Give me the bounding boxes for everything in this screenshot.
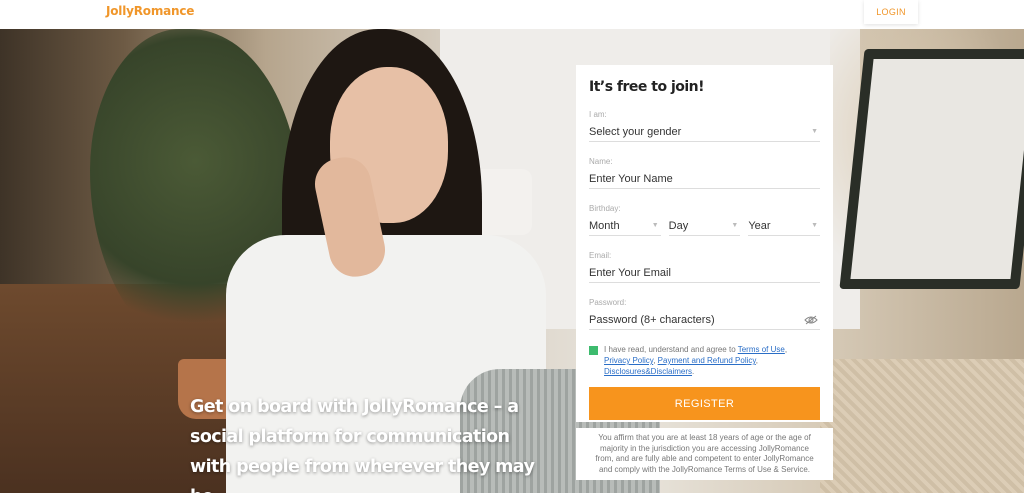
agree-sep: ,: [755, 356, 759, 365]
register-button[interactable]: REGISTER: [589, 387, 820, 420]
chevron-down-icon: ▼: [651, 222, 659, 229]
agree-checkbox[interactable]: [589, 346, 598, 355]
top-bar: JollyRomance LOGIN: [0, 0, 1024, 29]
hero-tagline: Get on board with JollyRomance – a socia…: [190, 397, 535, 493]
privacy-policy-link[interactable]: Privacy Policy: [604, 356, 653, 365]
birthday-row: Month ▼ Day ▼ Year ▼: [589, 216, 821, 236]
login-button[interactable]: LOGIN: [864, 0, 918, 24]
day-select[interactable]: Day ▼: [668, 216, 741, 236]
email-label: Email:: [589, 251, 612, 260]
age-disclaimer: You affirm that you are at least 18 year…: [576, 428, 833, 480]
chevron-down-icon: ▼: [811, 222, 819, 229]
gender-value: Select your gender: [589, 125, 682, 138]
password-group: Password: Password (8+ characters): [589, 298, 820, 330]
year-value: Year: [748, 219, 771, 232]
terms-agreement: I have read, understand and agree to Ter…: [589, 344, 820, 377]
terms-of-use-link[interactable]: Terms of Use: [738, 345, 785, 354]
chevron-down-icon: ▼: [731, 222, 739, 229]
agree-text: I have read, understand and agree to Ter…: [604, 344, 787, 377]
signup-form: It’s free to join! I am: Select your gen…: [576, 65, 833, 422]
photo-mirror: [839, 49, 1024, 289]
password-input[interactable]: Password (8+ characters): [589, 310, 820, 330]
email-group: Email: Enter Your Email: [589, 251, 820, 283]
password-label: Password:: [589, 298, 627, 307]
chevron-down-icon: ▼: [811, 128, 818, 135]
agree-end: .: [692, 367, 695, 376]
name-input[interactable]: Enter Your Name: [589, 169, 820, 189]
password-placeholder: Password (8+ characters): [589, 313, 715, 326]
month-select[interactable]: Month ▼: [589, 216, 661, 236]
month-value: Month: [589, 219, 620, 232]
logo[interactable]: JollyRomance: [106, 4, 194, 18]
gender-label: I am:: [589, 110, 607, 119]
disclosures-link[interactable]: Disclosures&Disclaimers: [604, 367, 692, 376]
email-input[interactable]: Enter Your Email: [589, 263, 820, 283]
birthday-label: Birthday:: [589, 204, 621, 213]
email-placeholder: Enter Your Email: [589, 266, 671, 279]
name-label: Name:: [589, 157, 613, 166]
eye-off-icon[interactable]: [804, 315, 818, 325]
year-select[interactable]: Year ▼: [748, 216, 821, 236]
form-title: It’s free to join!: [589, 79, 705, 95]
gender-group: I am: Select your gender ▼: [589, 110, 820, 142]
day-value: Day: [668, 219, 689, 232]
payment-refund-link[interactable]: Payment and Refund Policy: [658, 356, 756, 365]
name-group: Name: Enter Your Name: [589, 157, 820, 189]
agree-prefix: I have read, understand and agree to: [604, 345, 738, 354]
birthday-group: Birthday: Month ▼ Day ▼ Year ▼: [589, 204, 821, 236]
agree-sep: ,: [784, 345, 788, 354]
name-placeholder: Enter Your Name: [589, 172, 673, 185]
gender-select[interactable]: Select your gender ▼: [589, 122, 820, 142]
photo-rug: [820, 359, 1024, 493]
